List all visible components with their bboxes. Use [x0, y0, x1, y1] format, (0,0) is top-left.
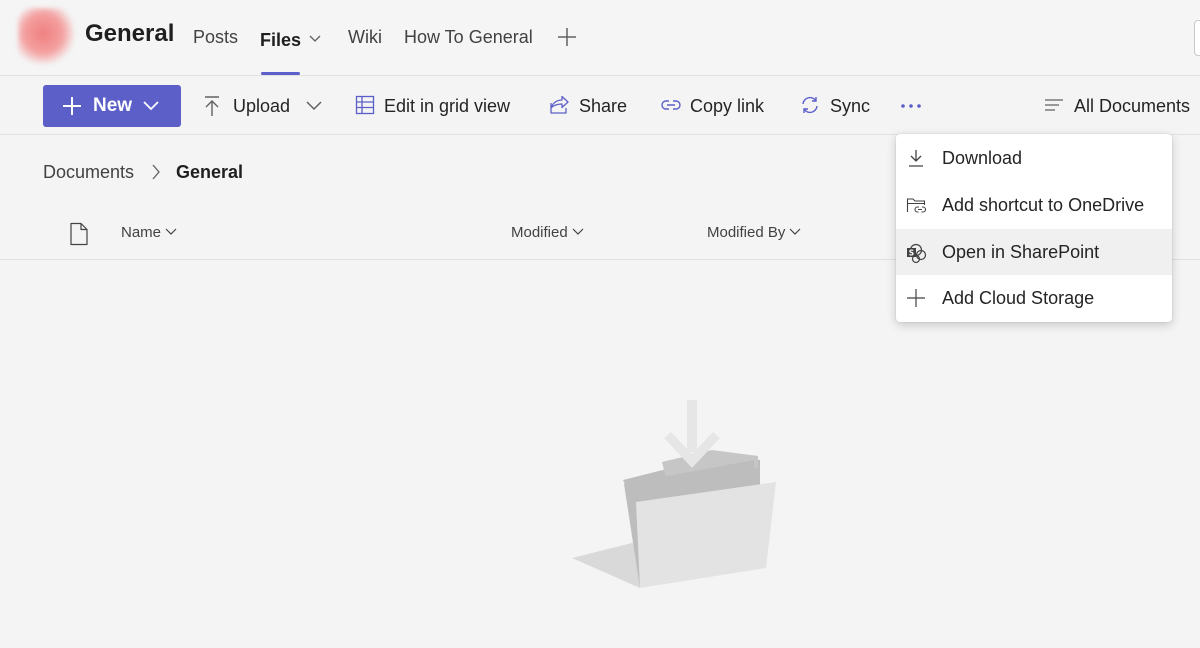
column-modified-by[interactable]: Modified By: [707, 223, 801, 241]
view-list-icon: [1044, 95, 1064, 115]
upload-label: Upload: [233, 96, 290, 117]
menu-item-add-shortcut[interactable]: Add shortcut to OneDrive: [896, 182, 1172, 228]
sync-label: Sync: [830, 96, 870, 117]
folder-link-icon: [906, 195, 926, 215]
empty-folder-illustration: [570, 398, 782, 592]
plus-icon: [556, 26, 578, 48]
command-bar: New Upload Edit in grid view Share Copy …: [0, 77, 1200, 135]
column-name-label: Name: [121, 224, 161, 241]
upload-icon: [203, 95, 221, 117]
more-options-menu: Download Add shortcut to OneDrive S Open…: [896, 134, 1172, 322]
tab-how-to-general[interactable]: How To General: [404, 27, 533, 48]
share-button[interactable]: Share: [549, 94, 629, 118]
menu-item-add-cloud-storage[interactable]: Add Cloud Storage: [896, 275, 1172, 321]
column-name[interactable]: Name: [121, 223, 177, 241]
chevron-down-icon: [165, 223, 177, 240]
share-icon: [549, 95, 569, 115]
chevron-down-icon: [789, 223, 801, 240]
tab-files-label: Files: [260, 30, 301, 50]
active-tab-indicator: [261, 72, 300, 75]
view-selector-label: All Documents: [1074, 96, 1190, 117]
tab-posts[interactable]: Posts: [193, 27, 238, 48]
copy-link-label: Copy link: [690, 96, 764, 117]
sync-icon: [800, 95, 820, 115]
column-modified-by-label: Modified By: [707, 224, 785, 241]
chevron-down-icon: [309, 27, 321, 48]
view-selector[interactable]: All Documents: [1044, 94, 1200, 118]
more-options-button[interactable]: [898, 99, 924, 113]
tab-wiki-label: Wiki: [348, 27, 382, 47]
plus-icon: [62, 96, 82, 116]
sharepoint-icon: S: [906, 242, 928, 264]
svg-text:S: S: [909, 249, 914, 258]
upload-button[interactable]: Upload: [203, 94, 323, 118]
chevron-right-icon: [151, 164, 161, 180]
new-button[interactable]: New: [43, 85, 181, 127]
plus-icon: [906, 288, 926, 308]
share-label: Share: [579, 96, 627, 117]
sync-button[interactable]: Sync: [800, 94, 875, 118]
breadcrumb-documents[interactable]: Documents: [43, 162, 134, 183]
edit-grid-view-label: Edit in grid view: [384, 96, 510, 117]
ellipsis-icon: [898, 99, 924, 113]
menu-item-download[interactable]: Download: [896, 135, 1172, 181]
channel-title: General: [85, 20, 174, 48]
menu-item-add-cloud-storage-label: Add Cloud Storage: [942, 288, 1094, 309]
chevron-down-icon: [143, 101, 159, 111]
link-icon: [661, 95, 681, 115]
file-type-icon[interactable]: [69, 222, 89, 246]
column-modified-label: Modified: [511, 224, 568, 241]
menu-item-open-sharepoint[interactable]: S Open in SharePoint: [896, 229, 1172, 275]
grid-icon: [355, 95, 375, 115]
column-modified[interactable]: Modified: [511, 223, 584, 241]
menu-item-add-shortcut-label: Add shortcut to OneDrive: [942, 195, 1144, 216]
breadcrumb-current: General: [176, 162, 243, 183]
chevron-down-icon: [572, 223, 584, 240]
chevron-down-icon: [306, 101, 322, 111]
download-icon: [906, 148, 926, 168]
menu-item-open-sharepoint-label: Open in SharePoint: [942, 242, 1099, 263]
team-avatar[interactable]: [18, 8, 74, 64]
channel-header: General Posts Files Wiki How To General: [0, 0, 1200, 76]
tab-wiki[interactable]: Wiki: [348, 27, 382, 48]
tab-how-to-general-label: How To General: [404, 27, 533, 47]
tab-posts-label: Posts: [193, 27, 238, 47]
copy-link-button[interactable]: Copy link: [661, 94, 771, 118]
new-button-label: New: [93, 95, 132, 117]
menu-item-download-label: Download: [942, 148, 1022, 169]
tab-files[interactable]: Files: [260, 27, 321, 51]
edit-grid-view-button[interactable]: Edit in grid view: [355, 94, 525, 118]
add-tab-button[interactable]: [556, 26, 578, 48]
meeting-button-partial[interactable]: [1194, 20, 1200, 56]
